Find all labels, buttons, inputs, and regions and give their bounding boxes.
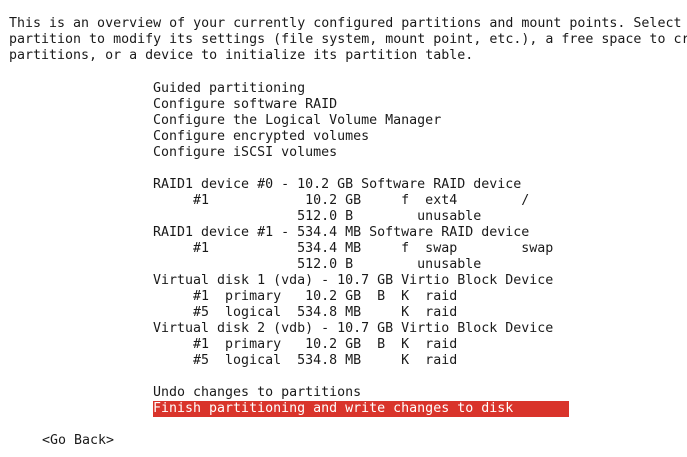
partition-raid1-1[interactable]: #1 534.4 MB f swap swap <box>153 241 553 257</box>
free-space-raid0[interactable]: 512.0 B unusable <box>153 209 481 225</box>
device-vda[interactable]: Virtual disk 1 (vda) - 10.7 GB Virtio Bl… <box>153 273 553 289</box>
menu-item-guided-partitioning[interactable]: Guided partitioning <box>153 81 305 97</box>
menu-item-iscsi-volumes[interactable]: Configure iSCSI volumes <box>153 145 337 161</box>
partition-vdb-5[interactable]: #5 logical 534.8 MB K raid <box>153 353 457 369</box>
menu-item-encrypted-volumes[interactable]: Configure encrypted volumes <box>153 129 369 145</box>
partition-vda-5[interactable]: #5 logical 534.8 MB K raid <box>153 305 457 321</box>
menu-item-lvm[interactable]: Configure the Logical Volume Manager <box>153 113 441 129</box>
intro-line-2: partition to modify its settings (file s… <box>9 32 687 47</box>
menu-item-finish-partitioning[interactable]: Finish partitioning and write changes to… <box>153 401 569 417</box>
partition-vda-1[interactable]: #1 primary 10.2 GB B K raid <box>153 289 457 305</box>
device-raid1-0[interactable]: RAID1 device #0 - 10.2 GB Software RAID … <box>153 177 521 193</box>
device-vdb[interactable]: Virtual disk 2 (vdb) - 10.7 GB Virtio Bl… <box>153 321 553 337</box>
intro-line-1: This is an overview of your currently co… <box>9 16 687 31</box>
partition-raid0-1[interactable]: #1 10.2 GB f ext4 / <box>153 193 529 209</box>
menu-item-software-raid[interactable]: Configure software RAID <box>153 97 337 113</box>
free-space-raid1[interactable]: 512.0 B unusable <box>153 257 481 273</box>
go-back-button[interactable]: <Go Back> <box>42 433 114 449</box>
menu-item-undo-changes[interactable]: Undo changes to partitions <box>153 385 361 401</box>
device-raid1-1[interactable]: RAID1 device #1 - 534.4 MB Software RAID… <box>153 225 529 241</box>
partition-vdb-1[interactable]: #1 primary 10.2 GB B K raid <box>153 337 457 353</box>
intro-line-3: partitions, or a device to initialize it… <box>9 48 474 63</box>
